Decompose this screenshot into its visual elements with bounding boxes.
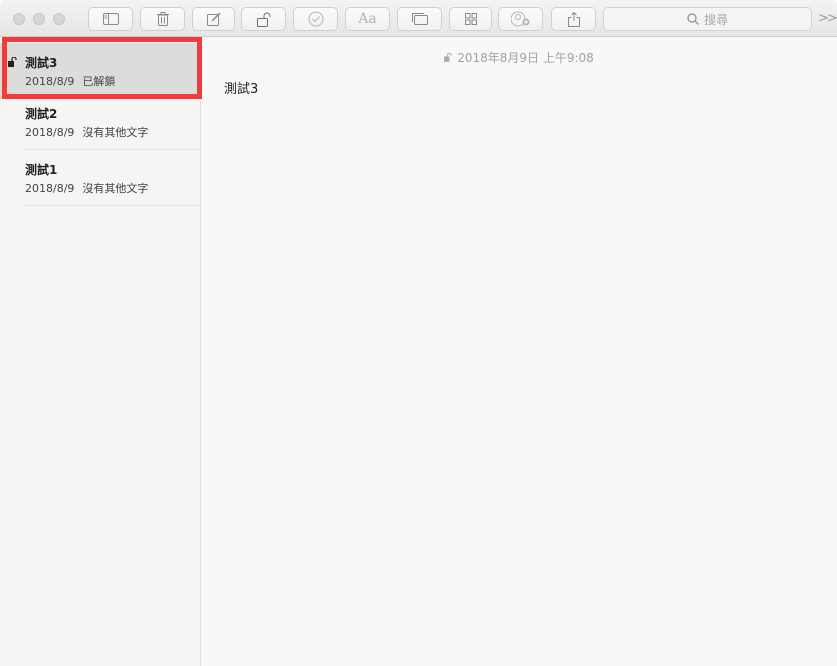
note-list-item[interactable]: 測試3 2018/8/9 已解鎖 xyxy=(0,43,200,99)
minimize-window-button[interactable] xyxy=(33,13,45,25)
note-meta: 2018/8/9 沒有其他文字 xyxy=(25,180,148,196)
add-people-button[interactable] xyxy=(498,7,543,31)
note-preview: 已解鎖 xyxy=(82,75,116,88)
notes-list: 測試3 2018/8/9 已解鎖 測試2 2018/8/9 沒有其他文字 測試1 2… xyxy=(0,38,201,666)
search-input[interactable]: 搜尋 xyxy=(603,7,812,31)
compose-button[interactable] xyxy=(192,7,235,31)
lock-button[interactable] xyxy=(241,7,286,31)
lock-icon xyxy=(256,12,270,27)
note-date: 2018/8/9 xyxy=(25,182,75,195)
unlocked-icon xyxy=(8,57,17,67)
note-timestamp: 2018年8月9日 上午9:08 xyxy=(201,49,837,66)
table-icon xyxy=(464,13,477,25)
unlocked-icon xyxy=(444,53,452,62)
share-icon xyxy=(567,11,580,27)
share-button[interactable] xyxy=(551,7,596,31)
share-person-icon xyxy=(510,11,529,27)
note-body[interactable]: 測試3 xyxy=(224,78,258,97)
note-preview: 沒有其他文字 xyxy=(82,126,149,139)
note-date-label: 2018年8月9日 上午9:08 xyxy=(457,51,594,65)
divider xyxy=(25,205,200,206)
delete-button[interactable] xyxy=(140,7,185,31)
trash-icon xyxy=(156,12,169,26)
note-date: 2018/8/9 xyxy=(25,126,75,139)
compose-icon xyxy=(206,12,221,26)
notes-window: Aa 搜尋 >> 測試3 2018/8/9 已解鎖 測試2 2018/8/9 沒有其… xyxy=(0,0,837,666)
toolbar: Aa 搜尋 >> xyxy=(0,0,837,37)
checklist-button[interactable] xyxy=(293,7,338,31)
search-icon xyxy=(687,13,699,25)
note-preview: 沒有其他文字 xyxy=(82,182,149,195)
note-list-item[interactable]: 測試1 2018/8/9 沒有其他文字 xyxy=(0,150,200,206)
note-list-item[interactable]: 測試2 2018/8/9 沒有其他文字 xyxy=(0,94,200,150)
note-editor[interactable]: 2018年8月9日 上午9:08 測試3 xyxy=(201,38,837,666)
font-icon: Aa xyxy=(358,11,377,27)
note-date: 2018/8/9 xyxy=(25,75,75,88)
sidebar-toggle-icon xyxy=(102,13,119,25)
zoom-window-button[interactable] xyxy=(53,13,65,25)
toolbar-overflow-button[interactable]: >> xyxy=(818,11,837,26)
media-button[interactable] xyxy=(397,7,442,31)
checklist-icon xyxy=(308,11,323,27)
format-button[interactable]: Aa xyxy=(345,7,390,31)
close-window-button[interactable] xyxy=(13,13,25,25)
note-meta: 2018/8/9 已解鎖 xyxy=(25,73,115,89)
table-button[interactable] xyxy=(449,7,492,31)
note-title: 測試2 xyxy=(25,107,58,121)
note-title: 測試1 xyxy=(25,163,58,177)
media-icon xyxy=(411,13,428,25)
search-placeholder: 搜尋 xyxy=(703,12,728,27)
note-title: 測試3 xyxy=(25,56,58,70)
note-meta: 2018/8/9 沒有其他文字 xyxy=(25,124,148,140)
sidebar-toggle-button[interactable] xyxy=(88,7,133,31)
